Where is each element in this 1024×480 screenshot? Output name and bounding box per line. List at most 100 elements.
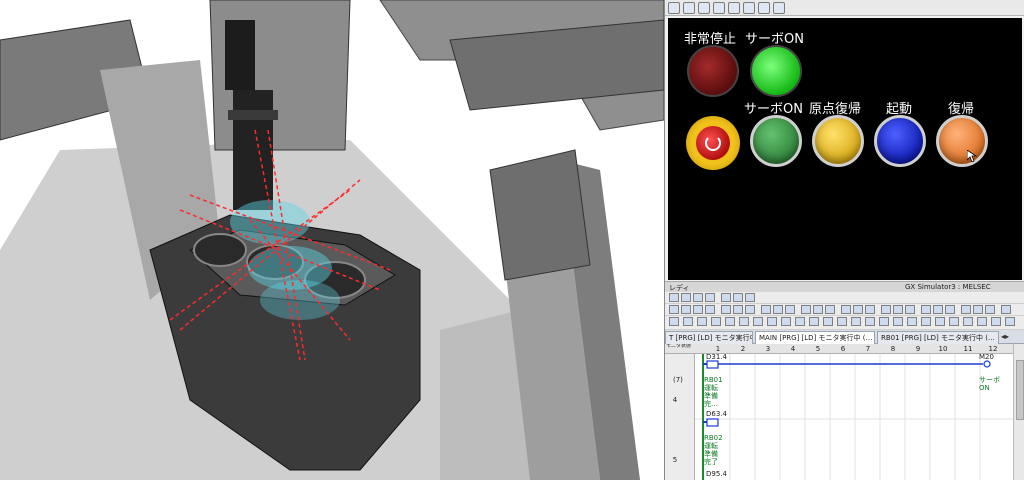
- tool-icon[interactable]: [841, 305, 851, 314]
- ladder-symbol-icon[interactable]: [823, 317, 833, 326]
- contact-comment: RB02 運転 準備 完了: [704, 434, 723, 466]
- scrollbar-thumb[interactable]: [1016, 360, 1024, 420]
- ladder-symbol-icon[interactable]: [837, 317, 847, 326]
- tab-main[interactable]: MAIN [PRG] [LD] モニタ実行中 (…: [755, 331, 875, 344]
- ladder-symbol-icon[interactable]: [753, 317, 763, 326]
- tool-icon[interactable]: [825, 305, 835, 314]
- ladder-symbol-icon[interactable]: [767, 317, 777, 326]
- emergency-mushroom-cap: [696, 126, 730, 160]
- ladder-symbol-icon[interactable]: [963, 317, 973, 326]
- tool-icon[interactable]: [865, 305, 875, 314]
- ladder-symbol-icon[interactable]: [683, 317, 693, 326]
- keyboard-icon[interactable]: [773, 2, 785, 14]
- toolbar-row-1: [665, 292, 1024, 304]
- tool-icon[interactable]: [733, 293, 743, 302]
- tool-icon[interactable]: [693, 293, 703, 302]
- tool-icon[interactable]: [905, 305, 915, 314]
- tool-icon[interactable]: [801, 305, 811, 314]
- hmi-status-bar: レディ GX Simulator3 : MELSEC: [665, 281, 1024, 292]
- print-icon[interactable]: [743, 2, 755, 14]
- tool-icon[interactable]: [745, 305, 755, 314]
- tool-icon[interactable]: [705, 305, 715, 314]
- tool-icon[interactable]: [721, 305, 731, 314]
- ladder-symbol-icon[interactable]: [809, 317, 819, 326]
- hmi-toolbar: [665, 0, 1024, 16]
- cylinder-bore-1: [193, 233, 247, 267]
- ladder-symbol-icon[interactable]: [977, 317, 987, 326]
- tool-icon[interactable]: [761, 305, 771, 314]
- emergency-stop-lamp: [687, 45, 739, 97]
- step-number: (7): [673, 376, 683, 384]
- ladder-symbol-icon[interactable]: [781, 317, 791, 326]
- contact-device-label: D31.4: [706, 353, 727, 361]
- redo-icon[interactable]: [683, 2, 695, 14]
- reset-button[interactable]: [936, 115, 988, 167]
- ladder-symbol-icon[interactable]: [921, 317, 931, 326]
- ladder-symbol-icon[interactable]: [697, 317, 707, 326]
- ladder-symbol-icon[interactable]: [893, 317, 903, 326]
- ladder-symbol-icon[interactable]: [851, 317, 861, 326]
- tool-icon[interactable]: [933, 305, 943, 314]
- home-return-button[interactable]: [812, 115, 864, 167]
- tool-icon[interactable]: [813, 305, 823, 314]
- tab-rb01[interactable]: RB01 [PRG] [LD] モニタ実行中 (…: [877, 331, 999, 344]
- ladder-symbol-icon[interactable]: [669, 317, 679, 326]
- tool-icon[interactable]: [681, 305, 691, 314]
- tool-icon[interactable]: [961, 305, 971, 314]
- tool-icon[interactable]: [745, 293, 755, 302]
- rotate-arrow-icon: [705, 135, 721, 151]
- hmi-screen: 非常停止 サーボON サーボON 原点復帰 起動 復帰: [668, 18, 1022, 280]
- ladder-symbol-icon[interactable]: [949, 317, 959, 326]
- tool-icon[interactable]: [721, 293, 731, 302]
- ladder-symbol-icon[interactable]: [879, 317, 889, 326]
- 3d-simulation-viewport[interactable]: [0, 0, 664, 480]
- tool-icon[interactable]: [669, 293, 679, 302]
- tool-icon[interactable]: [785, 305, 795, 314]
- editor-tab-bar: T [PRG] [LD] モニタ実行中 … MAIN [PRG] [LD] モニ…: [665, 330, 1024, 344]
- tool-icon[interactable]: [945, 305, 955, 314]
- tool-icon[interactable]: [881, 305, 891, 314]
- tab-program-1[interactable]: T [PRG] [LD] モニタ実行中 …: [665, 331, 753, 344]
- ladder-symbol-icon[interactable]: [725, 317, 735, 326]
- contact-device-label: D63.4: [706, 410, 727, 418]
- ladder-symbol-icon[interactable]: [935, 317, 945, 326]
- tool-icon[interactable]: [705, 293, 715, 302]
- tool-icon[interactable]: [921, 305, 931, 314]
- tool-icon[interactable]: [733, 305, 743, 314]
- tool-icon[interactable]: [985, 305, 995, 314]
- copy-icon[interactable]: [713, 2, 725, 14]
- start-button[interactable]: [874, 115, 926, 167]
- right-carriage: [489, 149, 591, 281]
- robot-cell-scene: [0, 0, 664, 480]
- zoom-icon[interactable]: [758, 2, 770, 14]
- ladder-symbol-icon[interactable]: [739, 317, 749, 326]
- undo-icon[interactable]: [668, 2, 680, 14]
- tool-icon[interactable]: [893, 305, 903, 314]
- paste-icon[interactable]: [728, 2, 740, 14]
- tool-icon[interactable]: [693, 305, 703, 314]
- ladder-symbol-icon[interactable]: [1005, 317, 1015, 326]
- tool-icon[interactable]: [853, 305, 863, 314]
- ladder-symbol-icon[interactable]: [865, 317, 875, 326]
- ladder-diagram[interactable]: モニタ状態 1 2 3 4 5 6 7 8 9 10 11 12 4 5 (7)…: [665, 344, 1013, 480]
- toolbar-row-3: [665, 316, 1024, 330]
- tool-icon[interactable]: [773, 305, 783, 314]
- servo-on-button[interactable]: [750, 115, 802, 167]
- tool-icon[interactable]: [973, 305, 983, 314]
- tool-icon[interactable]: [681, 293, 691, 302]
- tool-icon[interactable]: [669, 305, 679, 314]
- tool-icon[interactable]: [1001, 305, 1011, 314]
- ladder-symbol-icon[interactable]: [795, 317, 805, 326]
- emergency-stop-button[interactable]: [686, 116, 740, 170]
- contact-comment: RB01 運転 準備 完…: [704, 376, 723, 408]
- cut-icon[interactable]: [698, 2, 710, 14]
- servo-on-lamp: [750, 45, 802, 97]
- status-simulator-text: GX Simulator3 : MELSEC: [905, 283, 991, 291]
- lens-ring: [228, 110, 278, 120]
- ladder-symbol-icon[interactable]: [907, 317, 917, 326]
- tab-scroll-arrows-icon[interactable]: ◂▸: [1001, 332, 1009, 341]
- ladder-symbol-icon[interactable]: [711, 317, 721, 326]
- mouse-cursor-icon: [967, 150, 977, 162]
- vertical-scrollbar[interactable]: [1013, 344, 1024, 480]
- ladder-symbol-icon[interactable]: [991, 317, 1001, 326]
